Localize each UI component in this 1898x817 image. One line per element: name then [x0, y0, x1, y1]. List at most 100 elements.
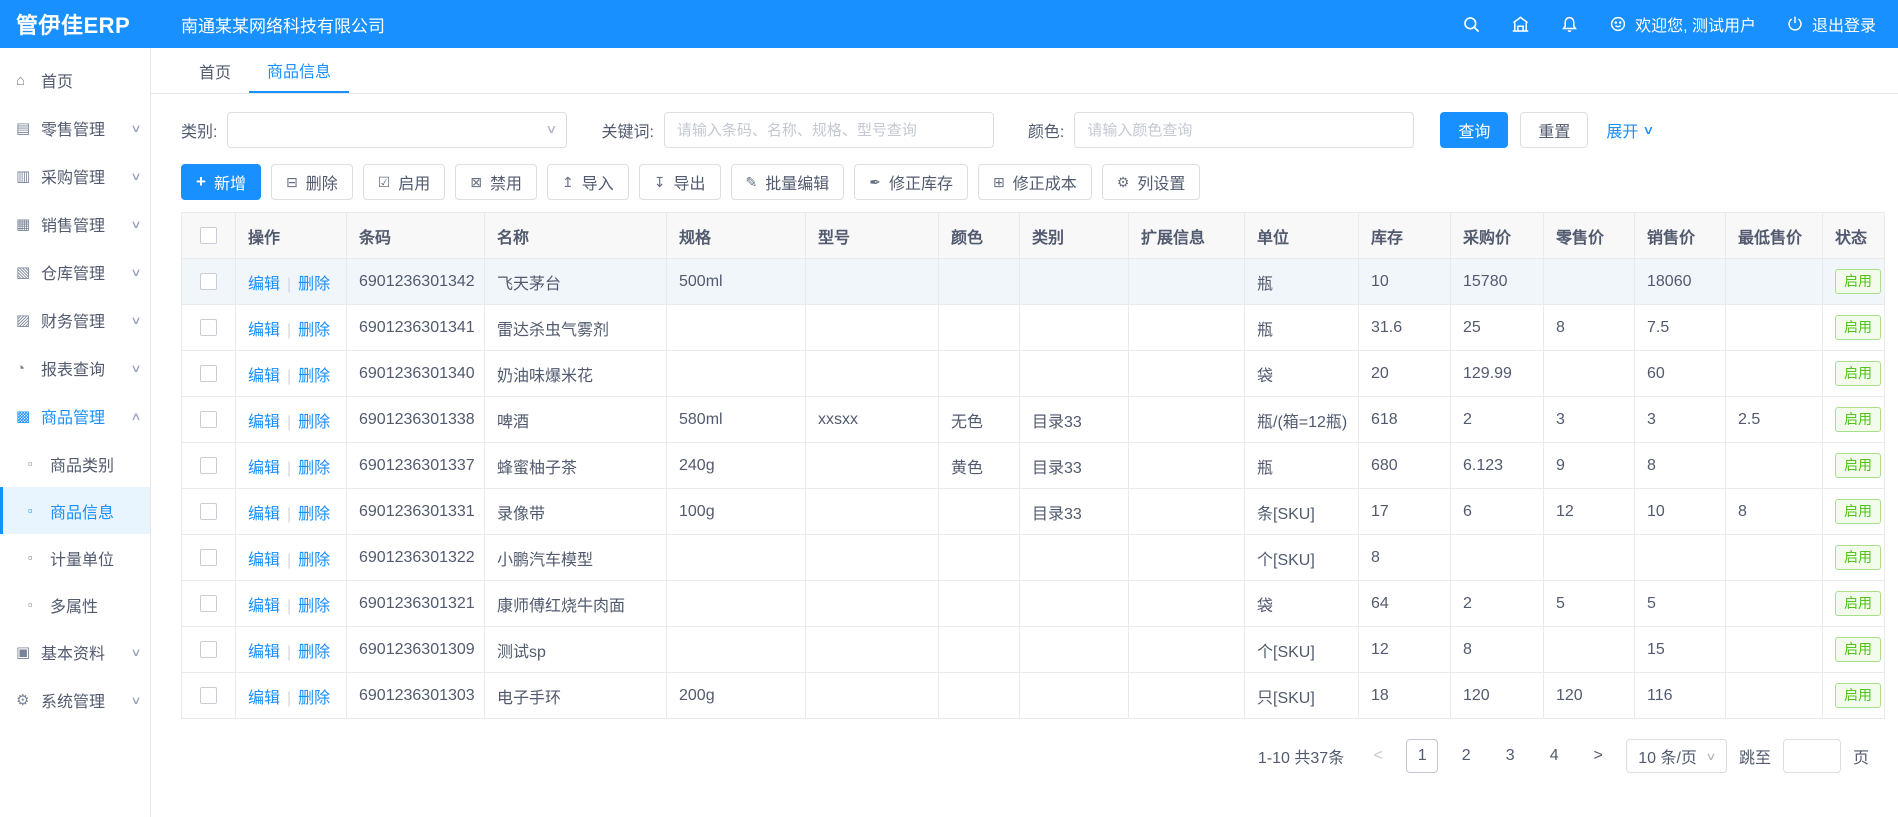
sidebar-item-retail-mgmt[interactable]: ▤零售管理∨: [0, 104, 150, 152]
logout-button[interactable]: 退出登录: [1786, 12, 1876, 36]
button-label: 导出: [674, 170, 706, 194]
fix-stock-icon: ✒: [869, 174, 881, 191]
column-settings-button[interactable]: ⚙ 列设置: [1102, 164, 1201, 200]
sidebar-item-goods-info[interactable]: ▫商品信息: [0, 487, 150, 534]
delete-link[interactable]: 删除: [298, 598, 330, 615]
delete-link[interactable]: 删除: [298, 552, 330, 569]
row-checkbox[interactable]: [200, 411, 217, 428]
keyword-input[interactable]: [664, 112, 994, 148]
disable-button[interactable]: ⊠禁用: [455, 164, 537, 200]
status-badge: 启用: [1835, 453, 1881, 478]
prev-page-button[interactable]: <: [1362, 739, 1394, 773]
select-all-header: [182, 213, 236, 259]
export-icon: ↧: [654, 174, 666, 191]
columns-icon: ⚙: [1117, 174, 1130, 191]
cell-purchase_price: [1451, 535, 1544, 581]
page-button-1[interactable]: 1: [1406, 739, 1438, 773]
delete-link[interactable]: 删除: [298, 368, 330, 385]
delete-link[interactable]: 删除: [298, 460, 330, 477]
shop-icon[interactable]: [1511, 15, 1530, 34]
jump-page-input[interactable]: [1783, 739, 1841, 773]
chevron-down-icon: ∨: [130, 266, 141, 279]
edit-link[interactable]: 编辑: [248, 322, 280, 339]
cell-unit: 瓶/(箱=12瓶): [1245, 397, 1359, 443]
fix-stock-button[interactable]: ✒修正库存: [854, 164, 968, 200]
delete-link[interactable]: 删除: [298, 322, 330, 339]
sidebar-item-warehouse-mgmt[interactable]: ▧仓库管理∨: [0, 248, 150, 296]
import-button[interactable]: ↥导入: [547, 164, 629, 200]
row-checkbox[interactable]: [200, 641, 217, 658]
row-checkbox[interactable]: [200, 595, 217, 612]
edit-link[interactable]: 编辑: [248, 552, 280, 569]
cell-category: 目录33: [1020, 443, 1129, 489]
column-header: 状态: [1823, 213, 1885, 259]
button-label: 列设置: [1137, 170, 1185, 194]
category-select[interactable]: ∨: [227, 112, 567, 148]
delete-link[interactable]: 删除: [298, 644, 330, 661]
sidebar-item-system-mgmt[interactable]: ⚙系统管理∨: [0, 676, 150, 724]
edit-link[interactable]: 编辑: [248, 598, 280, 615]
enable-button[interactable]: ☑启用: [363, 164, 446, 200]
category-label: 类别:: [181, 118, 217, 142]
delete-button[interactable]: ⊟删除: [271, 164, 353, 200]
expand-link[interactable]: 展开 ∨: [1606, 118, 1653, 142]
user-smile-icon: [1609, 15, 1627, 33]
delete-link[interactable]: 删除: [298, 276, 330, 293]
sidebar-item-goods-category[interactable]: ▫商品类别: [0, 440, 150, 487]
cell-model: [806, 535, 939, 581]
plus-icon: +: [196, 172, 206, 192]
notification-icon[interactable]: [1560, 15, 1579, 34]
cell-purchase_price: 2: [1451, 581, 1544, 627]
page-button-4[interactable]: 4: [1538, 739, 1570, 773]
cell-stock: 17: [1359, 489, 1451, 535]
select-all-checkbox[interactable]: [200, 227, 217, 244]
cell-color: [939, 581, 1020, 627]
sidebar-item-report-query[interactable]: ◔报表查询∨: [0, 344, 150, 392]
page-button-2[interactable]: 2: [1450, 739, 1482, 773]
goods-icon: ▩: [16, 407, 41, 425]
status-cell: 启用: [1823, 351, 1885, 397]
welcome-user[interactable]: 欢迎您, 测试用户: [1609, 12, 1756, 36]
row-checkbox[interactable]: [200, 319, 217, 336]
edit-link[interactable]: 编辑: [248, 414, 280, 431]
edit-link[interactable]: 编辑: [248, 690, 280, 707]
row-checkbox[interactable]: [200, 549, 217, 566]
row-checkbox[interactable]: [200, 457, 217, 474]
add-button[interactable]: +新增: [181, 164, 261, 200]
sidebar-item-home[interactable]: ⌂首页: [0, 56, 150, 104]
row-checkbox[interactable]: [200, 365, 217, 382]
row-checkbox[interactable]: [200, 273, 217, 290]
row-checkbox[interactable]: [200, 687, 217, 704]
fix-cost-button[interactable]: ⊞修正成本: [978, 164, 1092, 200]
delete-link[interactable]: 删除: [298, 414, 330, 431]
export-button[interactable]: ↧ 导出: [639, 164, 721, 200]
sidebar-item-purchase-mgmt[interactable]: ▥采购管理∨: [0, 152, 150, 200]
sidebar-item-sales-mgmt[interactable]: ▦销售管理∨: [0, 200, 150, 248]
color-input[interactable]: [1074, 112, 1414, 148]
edit-link[interactable]: 编辑: [248, 506, 280, 523]
search-button[interactable]: 查询: [1440, 112, 1508, 148]
batch-edit-button[interactable]: ✎批量编辑: [731, 164, 845, 200]
row-select-cell: [182, 351, 236, 397]
edit-link[interactable]: 编辑: [248, 368, 280, 385]
edit-link[interactable]: 编辑: [248, 460, 280, 477]
tab-home[interactable]: 首页: [181, 48, 249, 93]
search-icon[interactable]: [1462, 15, 1481, 34]
tab-goods-info[interactable]: 商品信息: [249, 48, 349, 93]
row-checkbox[interactable]: [200, 503, 217, 520]
reset-button[interactable]: 重置: [1520, 112, 1588, 148]
cell-unit: 只[SKU]: [1245, 673, 1359, 719]
sidebar-item-finance-mgmt[interactable]: ▨财务管理∨: [0, 296, 150, 344]
sidebar-item-multi-attr[interactable]: ▫多属性: [0, 581, 150, 628]
next-page-button[interactable]: >: [1582, 739, 1614, 773]
edit-link[interactable]: 编辑: [248, 276, 280, 293]
sidebar-item-goods-mgmt[interactable]: ▩商品管理∧: [0, 392, 150, 440]
status-cell: 启用: [1823, 443, 1885, 489]
edit-link[interactable]: 编辑: [248, 644, 280, 661]
sidebar-item-measure-unit[interactable]: ▫计量单位: [0, 534, 150, 581]
page-size-select[interactable]: 10 条/页∨: [1626, 739, 1727, 773]
delete-link[interactable]: 删除: [298, 690, 330, 707]
sidebar-item-basic-data[interactable]: ▣基本资料∨: [0, 628, 150, 676]
delete-link[interactable]: 删除: [298, 506, 330, 523]
page-button-3[interactable]: 3: [1494, 739, 1526, 773]
